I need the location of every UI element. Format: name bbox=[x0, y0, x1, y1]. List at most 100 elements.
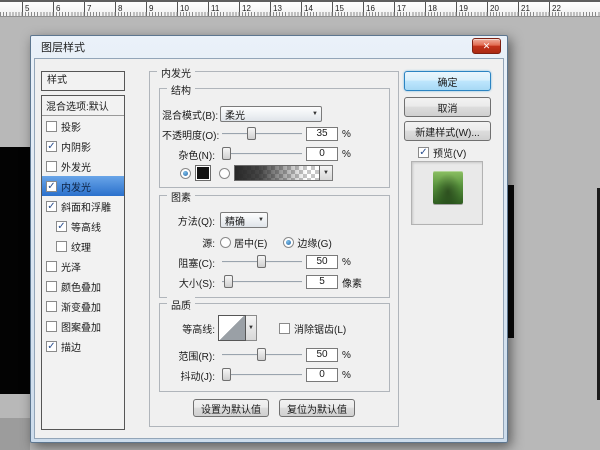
noise-slider[interactable] bbox=[222, 146, 302, 162]
layer-style-dialog: 图层样式 ✕ 样式 混合选项:默认投影✓内阴影外发光✓内发光✓斜面和浮雕✓等高线… bbox=[30, 35, 508, 443]
gradient-picker-arrow-icon[interactable]: ▼ bbox=[320, 165, 333, 181]
style-effect-checkbox[interactable]: ✓ bbox=[56, 221, 67, 232]
style-effect-checkbox[interactable] bbox=[56, 241, 67, 252]
elements-group: 图素 方法(Q): 精确 ▼ 源: 居中(E) 边缘(G) bbox=[159, 195, 390, 298]
gradient-bar[interactable] bbox=[234, 165, 320, 181]
styles-list-item[interactable]: 颜色叠加 bbox=[42, 276, 124, 296]
style-item-label: 外发光 bbox=[61, 159, 91, 174]
check-icon: ✓ bbox=[419, 147, 427, 158]
style-item-label: 描边 bbox=[61, 339, 81, 354]
styles-list-item[interactable]: 投影 bbox=[42, 116, 124, 136]
ruler-number: 9 bbox=[146, 2, 153, 16]
styles-list-item[interactable]: 光泽 bbox=[42, 256, 124, 276]
noise-slider-thumb[interactable] bbox=[222, 147, 231, 160]
style-effect-checkbox[interactable] bbox=[46, 261, 57, 272]
styles-list-item[interactable]: ✓等高线 bbox=[42, 216, 124, 236]
set-default-button[interactable]: 设置为默认值 bbox=[193, 399, 269, 417]
style-item-label: 图案叠加 bbox=[61, 319, 101, 334]
jitter-slider[interactable] bbox=[222, 367, 302, 383]
style-item-label: 渐变叠加 bbox=[61, 299, 101, 314]
size-input[interactable]: 5 bbox=[306, 275, 338, 289]
new-style-button[interactable]: 新建样式(W)... bbox=[404, 121, 491, 141]
dialog-actions: 确定 取消 新建样式(W)... ✓ 预览(V) bbox=[404, 59, 491, 438]
preview-checkbox[interactable]: ✓ bbox=[418, 147, 429, 158]
styles-list-item[interactable]: 图案叠加 bbox=[42, 316, 124, 336]
jitter-input[interactable]: 0 bbox=[306, 368, 338, 382]
jitter-slider-thumb[interactable] bbox=[222, 368, 231, 381]
source-center-label: 居中(E) bbox=[234, 235, 267, 250]
choke-slider-thumb[interactable] bbox=[257, 255, 266, 268]
style-item-label: 内发光 bbox=[61, 179, 91, 194]
color-radio[interactable] bbox=[180, 168, 191, 179]
reset-default-button[interactable]: 复位为默认值 bbox=[279, 399, 355, 417]
style-effect-checkbox[interactable] bbox=[46, 281, 57, 292]
opacity-input[interactable]: 35 bbox=[306, 127, 338, 141]
styles-list-item[interactable]: ✓ 内阴影 bbox=[42, 136, 124, 156]
slider-track bbox=[222, 153, 302, 155]
panel-title: 内发光 bbox=[157, 65, 195, 80]
range-slider[interactable] bbox=[222, 347, 302, 363]
styles-list-item[interactable]: 渐变叠加 bbox=[42, 296, 124, 316]
antialias-checkbox[interactable] bbox=[279, 323, 290, 334]
style-effect-checkbox[interactable]: ✓ bbox=[46, 181, 57, 192]
quality-group: 品质 等高线: ▼ 消除锯齿(L) 范围(R): bbox=[159, 303, 390, 392]
slider-track bbox=[222, 281, 302, 283]
dialog-titlebar[interactable]: 图层样式 ✕ bbox=[31, 36, 507, 58]
ruler-number: 14 bbox=[301, 2, 313, 16]
ruler-number: 12 bbox=[239, 2, 251, 16]
ruler-number: 17 bbox=[394, 2, 406, 16]
styles-list-item[interactable]: ✓斜面和浮雕 bbox=[42, 196, 124, 216]
size-slider[interactable] bbox=[222, 274, 302, 290]
contour-thumbnail[interactable] bbox=[218, 315, 246, 341]
choke-slider[interactable] bbox=[222, 254, 302, 270]
range-input[interactable]: 50 bbox=[306, 348, 338, 362]
structure-group-title: 结构 bbox=[167, 82, 195, 97]
horizontal-ruler: 5678910111213141516171819202122 bbox=[0, 0, 600, 17]
ok-button[interactable]: 确定 bbox=[404, 71, 491, 91]
contour-picker-arrow-icon[interactable]: ▼ bbox=[246, 315, 257, 341]
style-effect-checkbox[interactable] bbox=[46, 301, 57, 312]
method-select[interactable]: 精确 ▼ bbox=[220, 212, 268, 228]
style-effect-checkbox[interactable] bbox=[46, 321, 57, 332]
choke-label: 阻塞(C): bbox=[162, 255, 218, 270]
source-edge-radio[interactable] bbox=[283, 237, 294, 248]
opacity-unit: % bbox=[342, 129, 351, 140]
canvas-image-left bbox=[0, 147, 30, 394]
contour-label: 等高线: bbox=[162, 321, 218, 336]
choke-unit: % bbox=[342, 257, 351, 268]
blend-mode-select[interactable]: 柔光 ▼ bbox=[220, 106, 322, 122]
ruler-number: 15 bbox=[332, 2, 344, 16]
size-label: 大小(S): bbox=[162, 275, 218, 290]
styles-list-item[interactable]: 外发光 bbox=[42, 156, 124, 176]
source-center-radio[interactable] bbox=[220, 237, 231, 248]
style-effect-checkbox[interactable]: ✓ bbox=[46, 341, 57, 352]
opacity-label: 不透明度(O): bbox=[162, 127, 218, 142]
style-effect-checkbox[interactable]: ✓ bbox=[46, 201, 57, 212]
style-effect-checkbox[interactable] bbox=[46, 161, 57, 172]
style-item-label: 内阴影 bbox=[61, 139, 91, 154]
opacity-slider[interactable] bbox=[222, 126, 302, 142]
ruler-number: 19 bbox=[456, 2, 468, 16]
choke-input[interactable]: 50 bbox=[306, 255, 338, 269]
range-slider-thumb[interactable] bbox=[257, 348, 266, 361]
style-effect-checkbox[interactable] bbox=[46, 121, 57, 132]
preview-label: 预览(V) bbox=[433, 145, 466, 160]
preview-layer-thumbnail bbox=[433, 171, 463, 204]
preview-area bbox=[411, 161, 483, 225]
close-button[interactable]: ✕ bbox=[472, 38, 501, 54]
range-label: 范围(R): bbox=[162, 348, 218, 363]
antialias-label: 消除锯齿(L) bbox=[294, 321, 346, 336]
size-slider-thumb[interactable] bbox=[224, 275, 233, 288]
opacity-slider-thumb[interactable] bbox=[247, 127, 256, 140]
noise-input[interactable]: 0 bbox=[306, 147, 338, 161]
styles-list-item[interactable]: ✓ 内发光 bbox=[42, 176, 124, 196]
style-effect-checkbox[interactable]: ✓ bbox=[46, 141, 57, 152]
ruler-number: 5 bbox=[22, 2, 29, 16]
styles-list-item[interactable]: ✓ 描边 bbox=[42, 336, 124, 356]
slider-track bbox=[222, 374, 302, 376]
styles-list-item[interactable]: 混合选项:默认 bbox=[42, 96, 124, 116]
styles-list-item[interactable]: 纹理 bbox=[42, 236, 124, 256]
gradient-radio[interactable] bbox=[219, 168, 230, 179]
glow-color-swatch[interactable] bbox=[195, 165, 211, 181]
cancel-button[interactable]: 取消 bbox=[404, 97, 491, 117]
